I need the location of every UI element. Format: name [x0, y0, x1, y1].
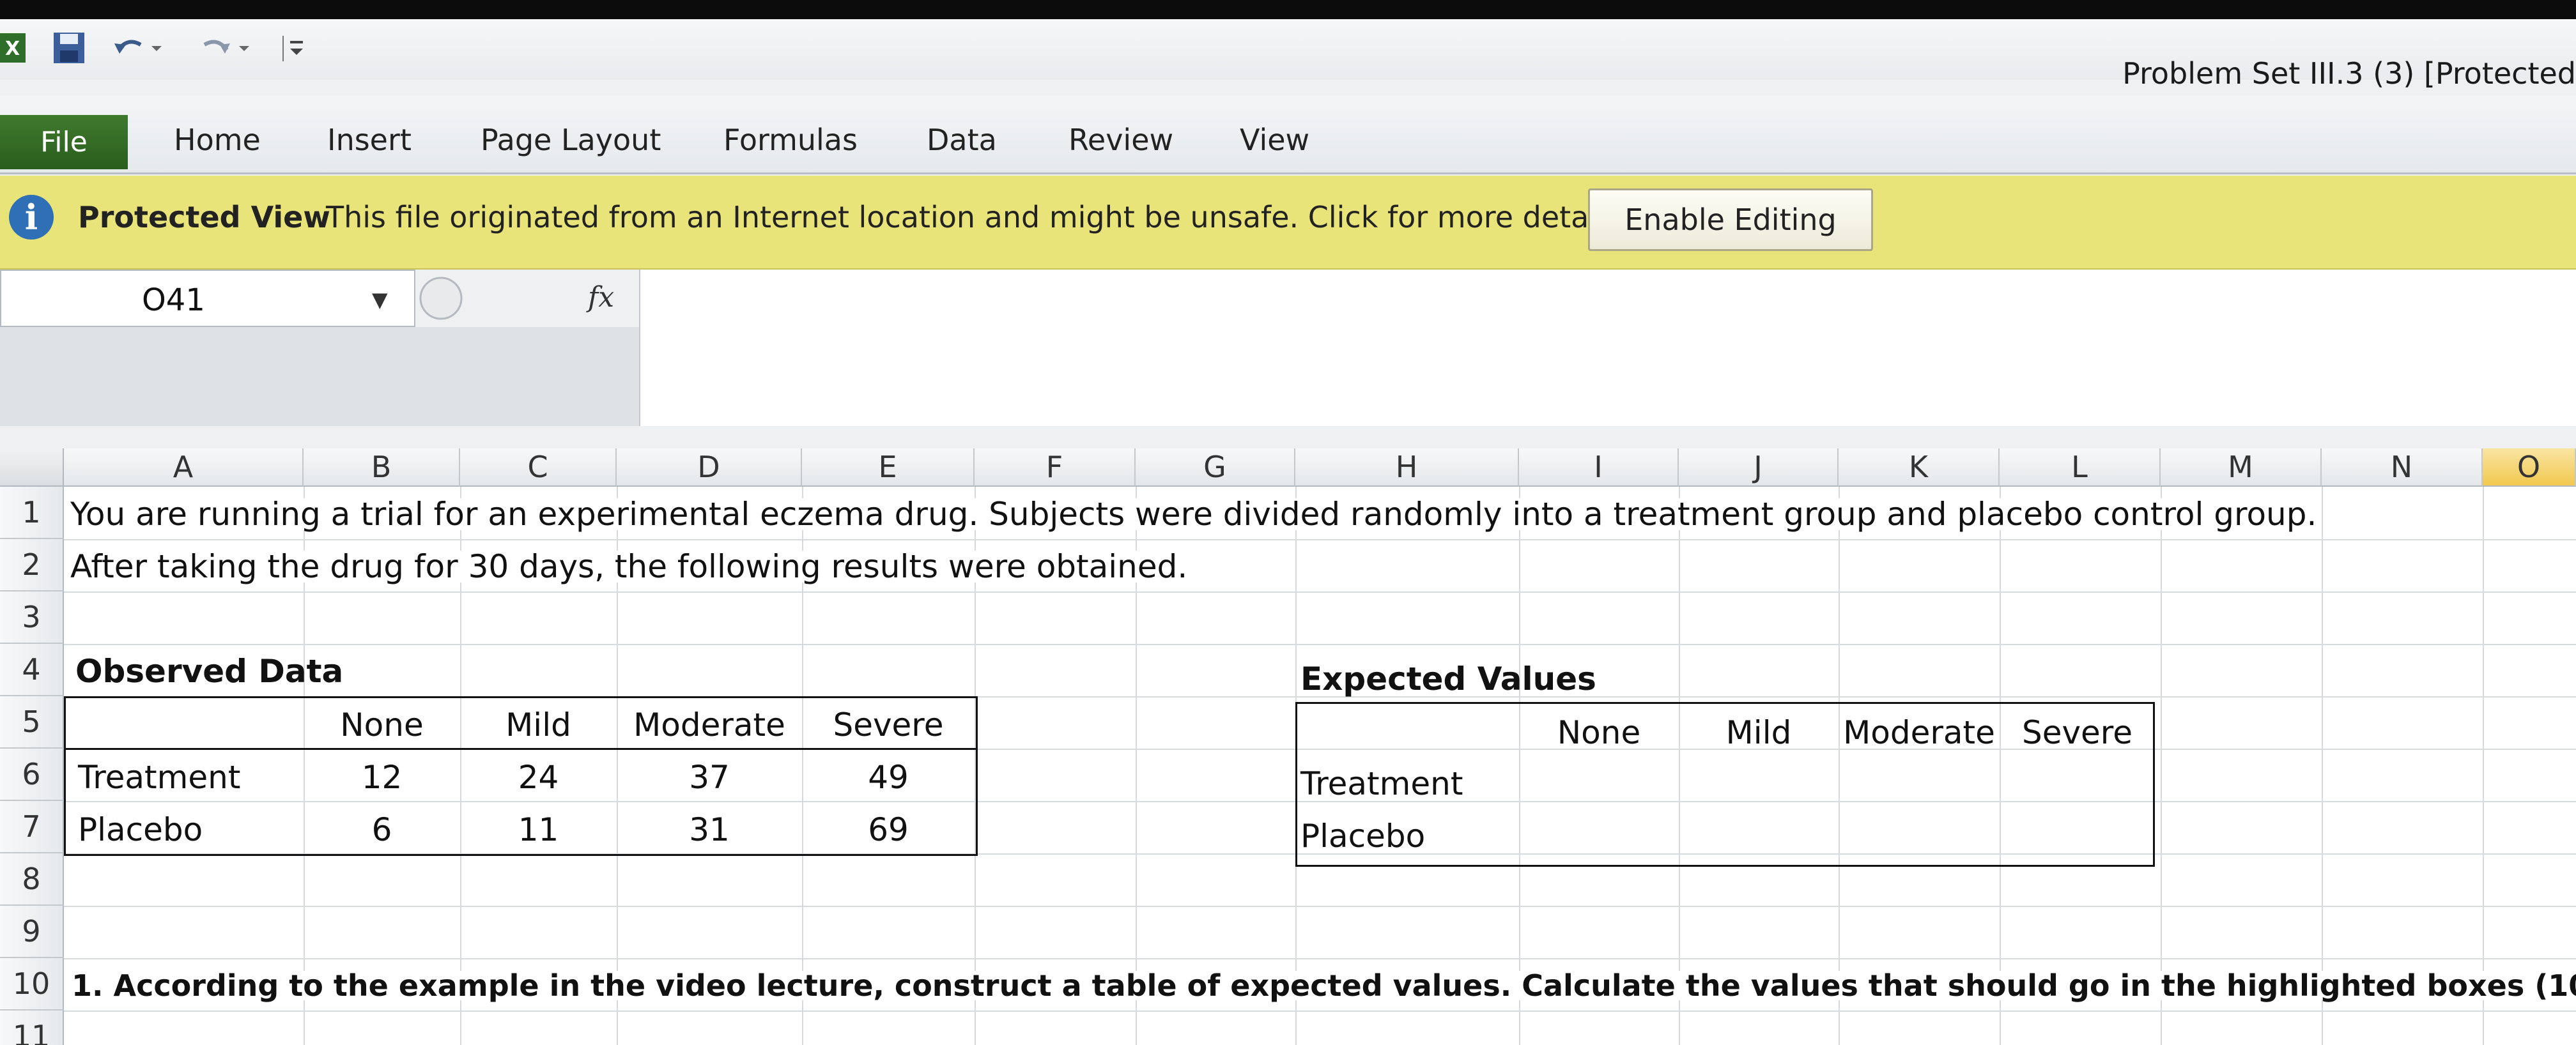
tab-page-layout[interactable]: Page Layout — [481, 123, 661, 157]
formula-bar-area: O41 ▼ fx — [0, 270, 2576, 426]
protected-view-bar: i Protected View This file originated fr… — [0, 176, 2576, 270]
observed-row-label-treatment[interactable]: Treatment — [78, 761, 240, 793]
select-all-corner[interactable] — [0, 448, 64, 487]
row-header-8[interactable]: 8 — [0, 853, 64, 906]
column-header-g[interactable]: G — [1136, 448, 1295, 487]
gridline — [2322, 487, 2323, 1045]
name-box-value: O41 — [142, 282, 205, 318]
gridline — [64, 644, 2576, 645]
column-header-a[interactable]: A — [64, 448, 304, 487]
gridline — [64, 1011, 2576, 1012]
gridline — [64, 906, 2576, 907]
column-header-o[interactable]: O — [2483, 448, 2576, 487]
expected-row-label-treatment[interactable]: Treatment — [1300, 768, 1463, 800]
row-header-9[interactable]: 9 — [0, 906, 64, 958]
window-title: Problem Set III.3 (3) [Protected — [2122, 56, 2576, 91]
observed-row-label-placebo[interactable]: Placebo — [78, 814, 203, 846]
row-header-10[interactable]: 10 — [0, 958, 64, 1011]
column-header-k[interactable]: K — [1839, 448, 2000, 487]
tab-review[interactable]: Review — [1068, 123, 1173, 157]
row-header-6[interactable]: 6 — [0, 749, 64, 801]
tab-insert[interactable]: Insert — [327, 123, 412, 157]
observed-cell[interactable]: 49 — [802, 761, 975, 793]
cell-a1-intro[interactable]: You are running a trial for an experimen… — [70, 498, 2322, 530]
column-header-h[interactable]: H — [1295, 448, 1519, 487]
svg-text:X: X — [5, 38, 20, 60]
enable-editing-button[interactable]: Enable Editing — [1588, 188, 1873, 251]
row-header-11[interactable]: 11 — [0, 1011, 64, 1045]
observed-cell[interactable]: 31 — [617, 814, 802, 846]
gridline — [64, 591, 2576, 593]
excel-window: X Problem Set III.3 (3) [Protected File … — [0, 19, 2576, 1045]
info-icon: i — [9, 195, 54, 240]
column-header-n[interactable]: N — [2322, 448, 2483, 487]
cell-a10-question-1[interactable]: 1. According to the example in the video… — [72, 971, 2576, 1000]
gridline — [64, 539, 2576, 540]
observed-header-severe[interactable]: Severe — [802, 709, 975, 741]
observed-cell[interactable]: 11 — [460, 814, 617, 846]
column-header-l[interactable]: L — [2000, 448, 2161, 487]
title-bar: X Problem Set III.3 (3) [Protected — [0, 19, 2576, 91]
insert-function-icon[interactable]: fx — [588, 281, 614, 314]
excel-logo-icon[interactable]: X — [0, 32, 26, 64]
protected-view-message[interactable]: This file originated from an Internet lo… — [326, 200, 1630, 234]
observed-cell[interactable]: 37 — [617, 761, 802, 793]
column-header-d[interactable]: D — [617, 448, 802, 487]
column-header-m[interactable]: M — [2161, 448, 2322, 487]
observed-header-none[interactable]: None — [304, 709, 460, 741]
gridline — [2483, 487, 2484, 1045]
observed-data-title[interactable]: Observed Data — [75, 655, 343, 687]
undo-icon[interactable] — [112, 32, 169, 64]
row-header-5[interactable]: 5 — [0, 696, 64, 749]
gridline — [2161, 487, 2162, 1045]
tab-data[interactable]: Data — [927, 123, 997, 157]
column-header-c[interactable]: C — [460, 448, 617, 487]
tab-view[interactable]: View — [1240, 123, 1309, 157]
redo-icon[interactable] — [192, 32, 256, 64]
row-header-1[interactable]: 1 — [0, 487, 64, 539]
expected-header-moderate[interactable]: Moderate — [1839, 717, 2000, 749]
chevron-down-icon[interactable]: ▼ — [372, 287, 388, 312]
observed-header-mild[interactable]: Mild — [460, 709, 617, 741]
tab-file[interactable]: File — [0, 115, 128, 169]
column-header-e[interactable]: E — [802, 448, 975, 487]
observed-cell[interactable]: 69 — [802, 814, 975, 846]
expected-header-mild[interactable]: Mild — [1679, 717, 1839, 749]
formula-bar-background — [0, 327, 639, 426]
column-header-i[interactable]: I — [1519, 448, 1679, 487]
customize-dropdown-icon[interactable] — [275, 32, 313, 64]
formula-input[interactable] — [639, 270, 2576, 426]
observed-cell[interactable]: 6 — [304, 814, 460, 846]
expected-header-severe[interactable]: Severe — [2000, 717, 2155, 749]
protected-view-label: Protected View — [78, 200, 330, 234]
row-header-3[interactable]: 3 — [0, 591, 64, 644]
column-header-j[interactable]: J — [1679, 448, 1839, 487]
column-header-b[interactable]: B — [304, 448, 460, 487]
row-header-2[interactable]: 2 — [0, 539, 64, 591]
gridline — [64, 958, 2576, 959]
save-icon[interactable] — [50, 32, 88, 64]
table-divider — [64, 748, 978, 750]
column-header-f[interactable]: F — [975, 448, 1136, 487]
ribbon-tabs: File Home Insert Page Layout Formulas Da… — [0, 96, 2576, 174]
expected-row-label-placebo[interactable]: Placebo — [1300, 820, 1425, 852]
name-box[interactable]: O41 ▼ — [0, 270, 415, 327]
cell-a2-intro[interactable]: After taking the drug for 30 days, the f… — [70, 551, 1193, 583]
expected-values-title[interactable]: Expected Values — [1300, 663, 1596, 695]
worksheet-grid[interactable]: A B C D E F G H I J K L M N O 1 2 3 4 5 … — [0, 448, 2576, 1045]
observed-cell[interactable]: 12 — [304, 761, 460, 793]
row-header-4[interactable]: 4 — [0, 644, 64, 696]
tab-home[interactable]: Home — [174, 123, 261, 157]
expected-header-none[interactable]: None — [1519, 717, 1679, 749]
name-box-resize-handle[interactable] — [415, 270, 467, 327]
row-header-7[interactable]: 7 — [0, 801, 64, 853]
tab-formulas[interactable]: Formulas — [723, 123, 858, 157]
observed-cell[interactable]: 24 — [460, 761, 617, 793]
observed-header-moderate[interactable]: Moderate — [617, 709, 802, 741]
